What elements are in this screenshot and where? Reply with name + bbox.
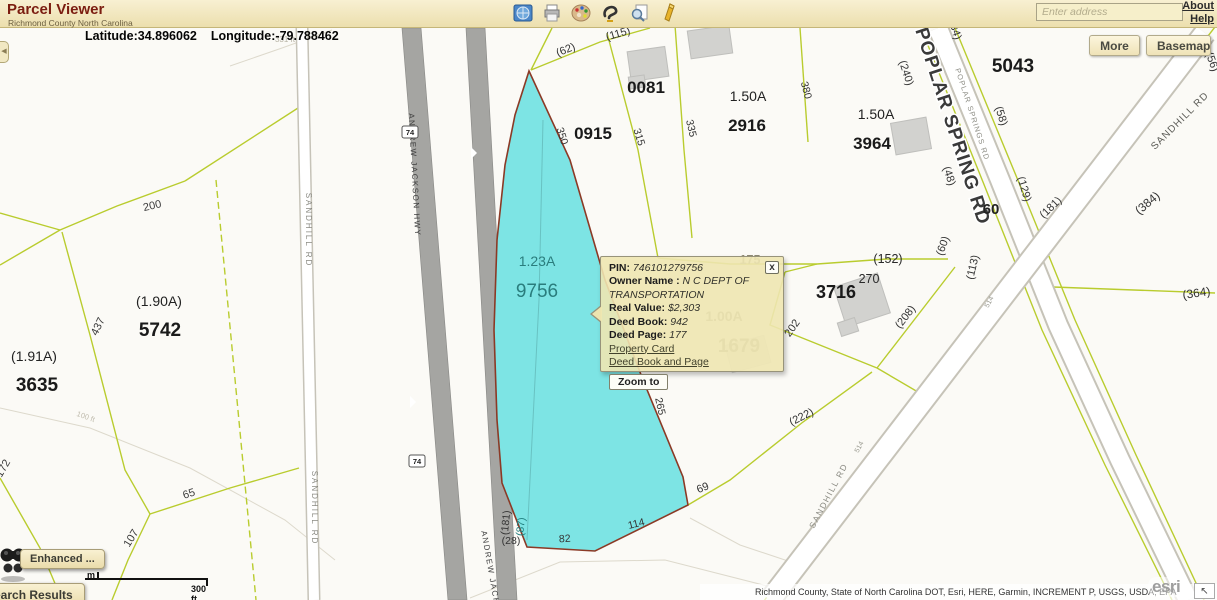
more-button[interactable]: More [1089,35,1140,56]
tools-icon[interactable] [657,2,679,24]
map-label: 1.50A [730,88,767,104]
map-label: (28) [502,535,521,547]
deed-book-page-link[interactable]: Deed Book and Page [609,356,775,369]
building-footprint [890,117,931,155]
route-shield-number: 74 [413,457,422,466]
property-card-link[interactable]: Property Card [609,343,775,356]
map-label: (152) [873,252,902,266]
latitude-value: Latitude:34.896062 [85,29,197,43]
map-label: 5742 [139,320,181,341]
map-label: 82 [559,533,572,546]
map-label: 0081 [627,78,665,97]
overview-map-icon[interactable] [512,2,534,24]
scale-imperial-label: 300 ft [191,584,206,600]
esri-logo: esri [1148,577,1184,597]
basemap-button[interactable]: Basemap [1146,35,1211,56]
attribution-toggle-button[interactable]: ↖ [1194,583,1215,599]
panel-collapse-tab[interactable]: ◀ [0,41,9,63]
zoom-to-button[interactable]: Zoom to [609,374,668,390]
page-subtitle: Richmond County North Carolina [8,18,133,28]
map-label: 1.50A [858,106,895,122]
map-label: 9756 [516,281,558,302]
attribution-bar: Richmond County, State of North Carolina… [700,584,1217,600]
help-link[interactable]: Help [1190,13,1214,25]
map-label: 270 [859,272,880,286]
map-label: (181) [499,510,513,536]
map-label: (87) [514,517,528,537]
map-label: SANDHILL RD [310,471,319,546]
map-label: 3716 [816,282,856,302]
search-results-button[interactable]: Search Results [0,583,85,600]
map-label: (1.90A) [136,293,182,309]
map-label: 2916 [728,116,766,135]
draw-icon[interactable] [599,2,621,24]
real-value-row: Real Value: $2,303 [609,302,775,315]
route-shield-number: 74 [406,128,415,137]
toolbar [512,2,679,24]
map-label: 3635 [16,375,59,396]
palette-icon[interactable] [570,2,592,24]
attribution-text: Richmond County, State of North Carolina… [755,587,1176,597]
map-label: 60 [983,201,1000,218]
popup-close-button[interactable]: x [765,261,779,274]
map-label: SANDHILL RD [304,193,313,268]
map-label: (1.91A) [11,348,57,364]
parcel-viewer-app: 331 ft200(1.90A)5742(1.91A)3635437172651… [0,0,1217,600]
parcel-info-popup: x PIN: 746101279756 Owner Name : N C DEP… [600,256,784,372]
about-link[interactable]: About [1182,0,1214,12]
find-on-page-icon[interactable] [628,2,650,24]
enhanced-search-button[interactable]: Enhanced ... [20,549,105,569]
deed-page-row: Deed Page: 177 [609,329,775,342]
page-title: Parcel Viewer [7,1,104,18]
print-icon[interactable] [541,2,563,24]
map-label: 5043 [992,56,1034,77]
map-label: 3964 [853,134,891,153]
owner-row: Owner Name : N C DEPT OF TRANSPORTATION [609,275,775,302]
coordinates-readout: Latitude:34.896062 Longitude:-79.788462 [85,29,353,43]
map-label: 0915 [574,124,612,143]
deed-book-row: Deed Book: 942 [609,316,775,329]
longitude-value: Longitude:-79.788462 [211,29,339,43]
address-search-input[interactable] [1036,3,1183,21]
pin-row: PIN: 746101279756 [609,262,775,275]
map-label: 1.23A [519,253,556,269]
app-header: Parcel Viewer Richmond County North Caro… [0,0,1217,28]
building-footprint [687,25,732,59]
